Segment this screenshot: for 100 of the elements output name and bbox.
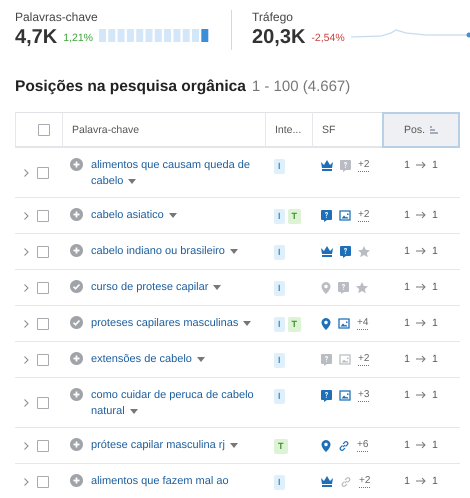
intent-badge: I (274, 317, 285, 332)
column-header[interactable]: Inte... (275, 124, 302, 136)
check-icon[interactable] (70, 280, 83, 293)
current-position: 1 (432, 438, 438, 453)
caret-icon[interactable] (128, 178, 136, 184)
intent-badge: I (274, 475, 285, 490)
keyword-link[interactable]: como cuidar de peruca de cabelo natural (91, 387, 265, 419)
intent-badge: I (274, 281, 285, 296)
result-range: 1 - 100 (4.667) (252, 78, 350, 95)
row-checkbox[interactable] (37, 476, 49, 488)
chevron-icon[interactable] (24, 212, 29, 220)
keyword-link[interactable]: alimentos que fazem mal ao (91, 473, 229, 489)
metric-change: 1,21% (63, 32, 94, 44)
current-position: 1 (432, 474, 438, 489)
select-all-checkbox[interactable] (38, 124, 50, 136)
caret-icon[interactable] (213, 284, 222, 290)
intent-badge: T (288, 317, 302, 332)
column-header[interactable]: Pos. (404, 124, 425, 136)
previous-position: 1 (404, 158, 410, 173)
row-checkbox[interactable] (37, 282, 49, 294)
caret-icon[interactable] (243, 320, 252, 326)
plus-icon[interactable] (70, 438, 83, 451)
current-position: 1 (432, 280, 438, 295)
plus-icon[interactable] (70, 208, 83, 221)
chevron-icon[interactable] (24, 478, 29, 486)
intent-badge: I (274, 159, 285, 174)
row-checkbox[interactable] (37, 167, 49, 179)
metric-label: Palavras-chave (15, 10, 99, 24)
caret-icon[interactable] (230, 248, 238, 254)
intent-badge: I (274, 353, 285, 368)
row-checkbox[interactable] (37, 318, 49, 330)
intent-badge: T (288, 209, 302, 224)
more-features-link[interactable]: +6 (357, 439, 368, 452)
intent-badge: T (274, 439, 288, 454)
arrow-icon (416, 211, 426, 219)
metric-value: 4,7K (15, 26, 58, 49)
plus-icon[interactable] (70, 474, 83, 487)
plus-icon[interactable] (70, 388, 83, 401)
more-features-link[interactable]: +2 (359, 475, 370, 488)
current-position: 1 (432, 316, 438, 331)
arrow-icon (416, 247, 426, 255)
chevron-icon[interactable] (24, 356, 29, 364)
more-features-link[interactable]: +2 (358, 159, 370, 172)
row-checkbox[interactable] (37, 210, 49, 222)
caret-icon[interactable] (168, 212, 177, 218)
chevron-icon[interactable] (24, 399, 29, 407)
previous-position: 1 (404, 438, 410, 453)
current-position: 1 (432, 388, 438, 403)
more-features-link[interactable]: +4 (357, 317, 368, 330)
chevron-icon[interactable] (24, 442, 29, 450)
metric-label: Tráfego (252, 10, 294, 24)
section-title: Posições na pesquisa orgânica (15, 78, 246, 96)
column-header[interactable]: SF (322, 124, 336, 136)
previous-position: 1 (404, 316, 410, 331)
caret-icon[interactable] (196, 356, 205, 362)
current-position: 1 (432, 158, 438, 173)
row-checkbox[interactable] (37, 246, 49, 258)
more-features-link[interactable]: +3 (358, 389, 370, 402)
check-icon[interactable] (70, 316, 83, 329)
chevron-icon[interactable] (24, 248, 29, 256)
current-position: 1 (432, 352, 438, 367)
intent-badge: I (274, 245, 285, 260)
keyword-link[interactable]: cabelo asiatico (91, 207, 177, 223)
keyword-link[interactable]: curso de protese capilar (91, 279, 222, 295)
caret-icon[interactable] (230, 442, 238, 448)
keyword-link[interactable]: alimentos que causam queda de cabelo (91, 157, 265, 189)
arrow-icon (416, 477, 426, 485)
chevron-icon[interactable] (24, 284, 29, 292)
more-features-link[interactable]: +2 (358, 209, 370, 222)
plus-icon[interactable] (70, 244, 83, 257)
plus-icon[interactable] (70, 352, 83, 365)
row-checkbox[interactable] (37, 354, 49, 366)
plus-icon[interactable] (70, 158, 83, 171)
previous-position: 1 (404, 208, 410, 223)
previous-position: 1 (404, 280, 410, 295)
keyword-link[interactable]: cabelo indiano ou brasileiro (91, 243, 238, 259)
chevron-icon[interactable] (24, 169, 29, 177)
column-header[interactable]: Palavra-chave (72, 124, 140, 136)
keyword-link[interactable]: proteses capilares masculinas (91, 315, 252, 331)
previous-position: 1 (404, 244, 410, 259)
sort-icon[interactable] (430, 126, 438, 134)
arrow-icon (416, 441, 426, 449)
metric-change: -2,54% (311, 32, 345, 44)
keyword-link[interactable]: prótese capilar masculina rj (91, 437, 238, 453)
more-features-link[interactable]: +2 (358, 353, 370, 366)
arrow-icon (416, 355, 426, 363)
caret-icon[interactable] (130, 408, 138, 414)
arrow-icon (416, 391, 426, 399)
intent-badge: I (274, 389, 285, 404)
arrow-icon (416, 283, 426, 291)
previous-position: 1 (404, 474, 410, 489)
intent-badge: I (274, 209, 285, 224)
arrow-icon (416, 319, 426, 327)
row-checkbox[interactable] (37, 397, 49, 409)
row-checkbox[interactable] (37, 440, 49, 452)
arrow-icon (416, 161, 426, 169)
current-position: 1 (432, 208, 438, 223)
chevron-icon[interactable] (24, 320, 29, 328)
previous-position: 1 (404, 388, 410, 403)
keyword-link[interactable]: extensões de cabelo (91, 351, 205, 367)
